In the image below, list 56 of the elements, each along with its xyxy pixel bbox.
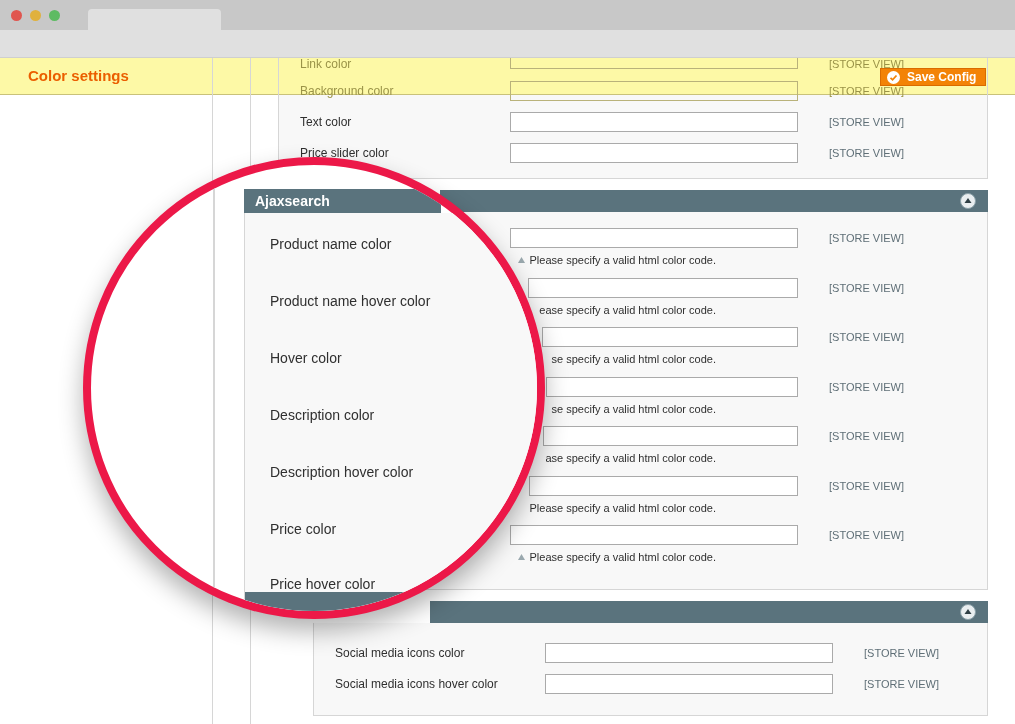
scope-label: [STORE VIEW] (829, 479, 904, 492)
field-label: Text color (299, 115, 353, 128)
color-input[interactable] (543, 426, 798, 446)
collapse-icon[interactable] (960, 603, 976, 620)
hint-text: Please specify a valid html color code. (529, 253, 716, 268)
section-header[interactable] (430, 600, 988, 623)
color-input[interactable] (510, 525, 798, 545)
save-config-button[interactable]: Save Config (880, 68, 986, 86)
color-input[interactable] (510, 58, 798, 69)
scope-label: [STORE VIEW] (829, 84, 904, 97)
color-input[interactable] (545, 674, 833, 694)
hint-text: ease specify a valid html color code. (539, 302, 716, 318)
scope-label: [STORE VIEW] (864, 678, 939, 690)
field-label: Social media icons hover color (334, 676, 499, 693)
field-label: Description hover color (270, 463, 414, 480)
collapse-icon[interactable] (960, 193, 976, 209)
scope-label: [STORE VIEW] (829, 331, 904, 343)
scope-label: [STORE VIEW] (829, 232, 904, 244)
scope-label: [STORE VIEW] (829, 58, 904, 70)
scope-label: [STORE VIEW] (829, 281, 904, 294)
hint-text: se specify a valid html color code. (551, 401, 716, 417)
hint-triangle-icon (517, 554, 525, 561)
hint-triangle-icon (517, 257, 525, 264)
field-label: Price hover color (270, 576, 376, 592)
hint-text: Please specify a valid html color code. (529, 550, 716, 565)
field-label: Hover color (270, 349, 342, 366)
color-input[interactable] (510, 228, 798, 248)
section-header[interactable]: Ajaxsearch (244, 189, 441, 213)
section-title: Ajaxsearch (255, 191, 330, 211)
field-label: Product name hover color (270, 292, 431, 309)
page-title: Color settings (28, 65, 129, 86)
field-label: Price slider color (299, 146, 390, 159)
scope-label: [STORE VIEW] (829, 380, 904, 393)
color-input[interactable] (529, 475, 798, 496)
field-label: Price color (270, 520, 337, 537)
hint-text: se specify a valid html color code. (551, 352, 716, 367)
color-input[interactable] (528, 277, 798, 298)
scope-label: [STORE VIEW] (829, 146, 904, 159)
hint-text: ase specify a valid html color code. (545, 451, 716, 466)
scope-label: [STORE VIEW] (829, 529, 904, 541)
hint-text: Please specify a valid html color code. (529, 500, 716, 516)
field-label: Social media icons color (334, 645, 466, 662)
field-label: Link color (299, 58, 353, 70)
scope-label: [STORE VIEW] (829, 430, 904, 442)
check-icon (887, 70, 900, 84)
color-input[interactable] (545, 643, 833, 663)
color-input[interactable] (510, 142, 798, 163)
scope-label: [STORE VIEW] (829, 115, 904, 128)
field-label: Description color (270, 406, 375, 423)
color-input[interactable] (546, 376, 798, 397)
color-input[interactable] (510, 80, 798, 101)
color-input[interactable] (542, 327, 798, 347)
color-input[interactable] (510, 111, 798, 132)
scope-label: [STORE VIEW] (864, 647, 939, 659)
field-label: Product name color (270, 235, 392, 252)
field-label: Background color (299, 84, 395, 97)
